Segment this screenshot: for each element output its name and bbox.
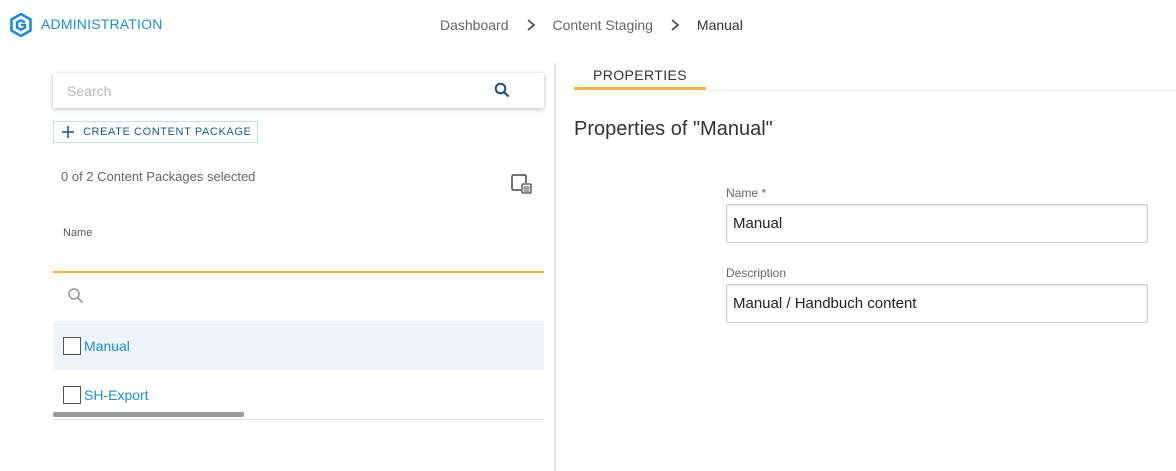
breadcrumb-dashboard[interactable]: Dashboard (440, 17, 509, 33)
breadcrumb: Dashboard Content Staging Manual (440, 17, 743, 33)
selection-status: 0 of 2 Content Packages selected (61, 169, 256, 184)
search-input[interactable] (53, 73, 483, 108)
brand-logo-icon (10, 13, 32, 37)
panel-divider[interactable] (554, 63, 556, 471)
header-underline (53, 271, 544, 273)
column-chooser-icon[interactable] (511, 174, 532, 194)
row-name-link[interactable]: SH-Export (84, 387, 149, 403)
search-icon[interactable] (67, 287, 84, 304)
plus-icon (62, 126, 74, 138)
name-field-wrapper (726, 204, 1148, 243)
chevron-right-icon (671, 19, 680, 31)
row-checkbox[interactable] (63, 385, 81, 404)
horizontal-scrollbar[interactable] (53, 412, 244, 417)
breadcrumb-manual: Manual (696, 17, 743, 33)
divider (706, 90, 1176, 91)
column-header-name[interactable]: Name (63, 227, 92, 239)
create-button-label: CREATE CONTENT PACKAGE (83, 126, 252, 138)
description-field[interactable] (727, 285, 1147, 322)
chevron-right-icon (526, 19, 535, 31)
row-checkbox[interactable] (63, 336, 81, 355)
divider (53, 419, 544, 420)
name-field[interactable] (727, 205, 1147, 242)
app-title[interactable]: ADMINISTRATION (41, 16, 163, 32)
description-label: Description (726, 266, 787, 280)
breadcrumb-content-staging[interactable]: Content Staging (553, 17, 653, 33)
search-box (53, 73, 544, 108)
create-content-package-button[interactable]: CREATE CONTENT PACKAGE (53, 121, 259, 143)
description-field-wrapper (726, 284, 1148, 323)
tab-properties[interactable]: PROPERTIES (574, 58, 706, 90)
page-title: Properties of "Manual" (574, 118, 773, 140)
search-icon[interactable] (494, 82, 510, 98)
row-name-link[interactable]: Manual (84, 338, 130, 354)
name-label: Name * (726, 186, 767, 200)
active-tab-indicator (574, 87, 706, 90)
table-row[interactable]: Manual (53, 321, 544, 370)
